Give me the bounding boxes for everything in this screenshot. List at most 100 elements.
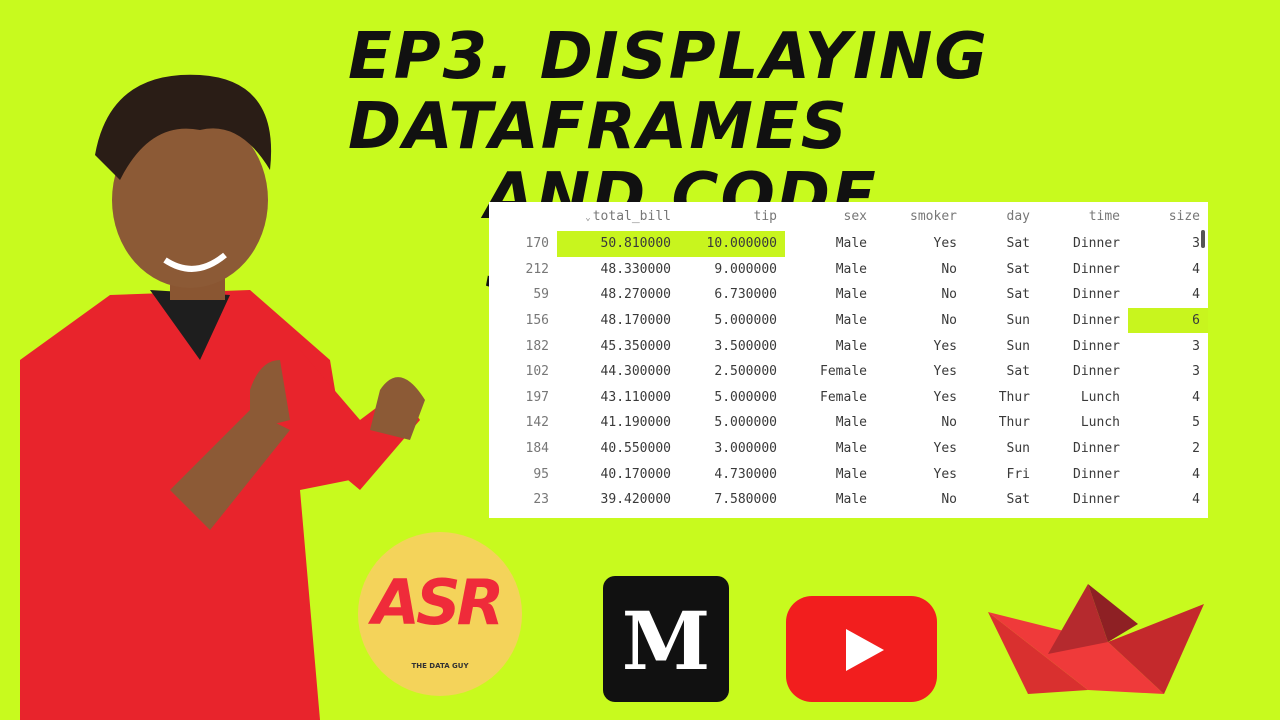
- cell-total-bill[interactable]: 40.170000: [557, 461, 679, 487]
- cell-day[interactable]: Thur: [965, 410, 1038, 436]
- cell-sex[interactable]: Male: [785, 461, 875, 487]
- index-header: [489, 202, 557, 231]
- column-header-smoker[interactable]: smoker: [875, 202, 965, 231]
- cell-time[interactable]: Dinner: [1038, 308, 1128, 334]
- cell-tip[interactable]: 6.730000: [679, 282, 785, 308]
- table-row[interactable]: 184 40.550000 3.000000 Male Yes Sun Dinner 2: [489, 436, 1208, 462]
- cell-smoker[interactable]: No: [875, 257, 965, 283]
- cell-sex[interactable]: Male: [785, 308, 875, 334]
- cell-total-bill[interactable]: 39.420000: [557, 487, 679, 513]
- cell-tip[interactable]: 3.500000: [679, 333, 785, 359]
- cell-time[interactable]: Dinner: [1038, 282, 1128, 308]
- cell-day[interactable]: Thur: [965, 385, 1038, 411]
- table-row[interactable]: 95 40.170000 4.730000 Male Yes Fri Dinner 4: [489, 461, 1208, 487]
- cell-sex[interactable]: Male: [785, 282, 875, 308]
- cell-sex[interactable]: Male: [785, 436, 875, 462]
- table-row[interactable]: 23 39.420000 7.580000 Male No Sat Dinner 4: [489, 487, 1208, 513]
- cell-total-bill[interactable]: 40.550000: [557, 436, 679, 462]
- cell-smoker[interactable]: No: [875, 487, 965, 513]
- cell-time[interactable]: Dinner: [1038, 436, 1128, 462]
- cell-time[interactable]: Dinner: [1038, 333, 1128, 359]
- cell-smoker[interactable]: Yes: [875, 385, 965, 411]
- cell-tip[interactable]: 2.500000: [679, 359, 785, 385]
- cell-size[interactable]: 4: [1128, 282, 1208, 308]
- row-index: 59: [533, 287, 549, 303]
- cell-sex[interactable]: Female: [785, 385, 875, 411]
- cell-size[interactable]: 4: [1128, 385, 1208, 411]
- cell-time[interactable]: Lunch: [1038, 385, 1128, 411]
- cell-smoker[interactable]: No: [875, 410, 965, 436]
- cell-time[interactable]: Dinner: [1038, 359, 1128, 385]
- cell-total-bill[interactable]: 48.330000: [557, 257, 679, 283]
- cell-time[interactable]: Dinner: [1038, 231, 1128, 257]
- cell-smoker[interactable]: Yes: [875, 333, 965, 359]
- table-row[interactable]: 212 48.330000 9.000000 Male No Sat Dinner 4: [489, 257, 1208, 283]
- cell-smoker[interactable]: Yes: [875, 231, 965, 257]
- cell-sex[interactable]: Male: [785, 231, 875, 257]
- cell-day[interactable]: Sun: [965, 333, 1038, 359]
- cell-total-bill[interactable]: 45.350000: [557, 333, 679, 359]
- cell-size[interactable]: 4: [1128, 487, 1208, 513]
- cell-size[interactable]: 3: [1128, 359, 1208, 385]
- cell-tip[interactable]: 3.000000: [679, 436, 785, 462]
- column-header-total-bill[interactable]: ⌄ total_bill: [557, 202, 679, 231]
- cell-time[interactable]: Dinner: [1038, 257, 1128, 283]
- cell-tip[interactable]: 10.000000: [679, 231, 785, 257]
- cell-size[interactable]: 3: [1128, 333, 1208, 359]
- cell-sex[interactable]: Male: [785, 487, 875, 513]
- cell-size[interactable]: 3: [1128, 231, 1208, 257]
- cell-size[interactable]: 5: [1128, 410, 1208, 436]
- cell-time[interactable]: Dinner: [1038, 487, 1128, 513]
- cell-size[interactable]: 2: [1128, 436, 1208, 462]
- cell-total-bill[interactable]: 48.270000: [557, 282, 679, 308]
- table-row[interactable]: 170 50.810000 10.000000 Male Yes Sat Dinner 3: [489, 231, 1208, 257]
- cell-total-bill[interactable]: 41.190000: [557, 410, 679, 436]
- cell-total-bill[interactable]: 50.810000: [557, 231, 679, 257]
- cell-tip[interactable]: 4.730000: [679, 461, 785, 487]
- table-row[interactable]: 142 41.190000 5.000000 Male No Thur Lunch 5: [489, 410, 1208, 436]
- column-header-size[interactable]: size: [1128, 202, 1208, 231]
- cell-size[interactable]: 4: [1128, 461, 1208, 487]
- cell-tip[interactable]: 5.000000: [679, 385, 785, 411]
- cell-day[interactable]: Sat: [965, 359, 1038, 385]
- table-row[interactable]: 102 44.300000 2.500000 Female Yes Sat Dinner 3: [489, 359, 1208, 385]
- cell-sex[interactable]: Male: [785, 410, 875, 436]
- cell-tip[interactable]: 7.580000: [679, 487, 785, 513]
- cell-day[interactable]: Sat: [965, 231, 1038, 257]
- column-header-tip[interactable]: tip: [679, 202, 785, 231]
- cell-sex[interactable]: Female: [785, 359, 875, 385]
- table-row[interactable]: 156 48.170000 5.000000 Male No Sun Dinner 6: [489, 307, 1208, 334]
- column-header-time[interactable]: time: [1038, 202, 1128, 231]
- cell-total-bill[interactable]: 48.170000: [557, 308, 679, 334]
- cell-sex[interactable]: Male: [785, 333, 875, 359]
- cell-smoker[interactable]: No: [875, 282, 965, 308]
- table-row[interactable]: 197 43.110000 5.000000 Female Yes Thur Lunch 4: [489, 385, 1208, 411]
- cell-tip[interactable]: 5.000000: [679, 410, 785, 436]
- cell-tip[interactable]: 5.000000: [679, 308, 785, 334]
- cell-day[interactable]: Sat: [965, 282, 1038, 308]
- cell-smoker[interactable]: Yes: [875, 436, 965, 462]
- cell-day[interactable]: Fri: [965, 461, 1038, 487]
- table-scrollbar[interactable]: [1201, 230, 1205, 248]
- dataframe-table[interactable]: ⌄ total_bill tip sex smoker day time size…: [489, 202, 1208, 518]
- cell-smoker[interactable]: Yes: [875, 359, 965, 385]
- cell-day[interactable]: Sun: [965, 308, 1038, 334]
- cell-size[interactable]: 4: [1128, 257, 1208, 283]
- table-row[interactable]: 182 45.350000 3.500000 Male Yes Sun Dinner 3: [489, 333, 1208, 359]
- cell-sex[interactable]: Male: [785, 257, 875, 283]
- cell-smoker[interactable]: No: [875, 308, 965, 334]
- column-header-day[interactable]: day: [965, 202, 1038, 231]
- table-row[interactable]: 59 48.270000 6.730000 Male No Sat Dinner 4: [489, 282, 1208, 308]
- cell-total-bill[interactable]: 44.300000: [557, 359, 679, 385]
- cell-day[interactable]: Sat: [965, 257, 1038, 283]
- cell-time[interactable]: Lunch: [1038, 410, 1128, 436]
- cell-tip[interactable]: 9.000000: [679, 257, 785, 283]
- cell-size[interactable]: 6: [1128, 307, 1208, 334]
- cell-time[interactable]: Dinner: [1038, 461, 1128, 487]
- column-header-sex[interactable]: sex: [785, 202, 875, 231]
- cell-smoker[interactable]: Yes: [875, 461, 965, 487]
- cell-day[interactable]: Sun: [965, 436, 1038, 462]
- cell-total-bill[interactable]: 43.110000: [557, 385, 679, 411]
- cell-day[interactable]: Sat: [965, 487, 1038, 513]
- row-index: 212: [525, 261, 549, 277]
